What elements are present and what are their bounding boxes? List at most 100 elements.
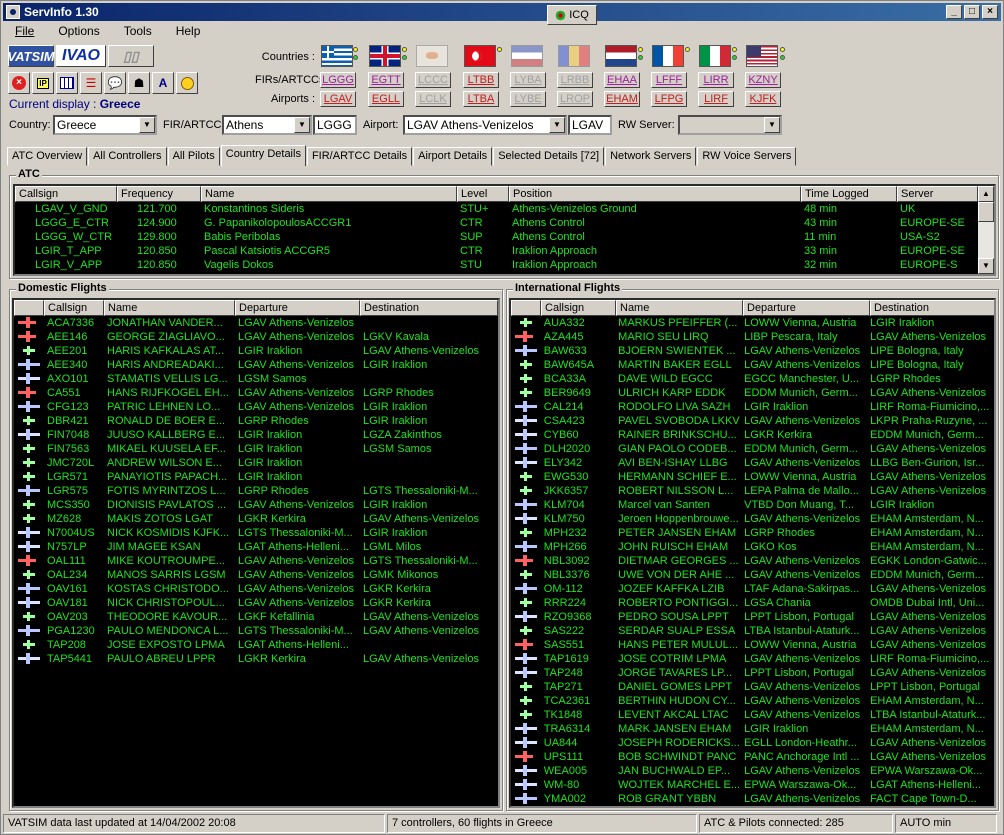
col-icon[interactable] xyxy=(14,300,44,316)
flag-netherlands[interactable] xyxy=(605,45,637,67)
airport-button-lirf[interactable]: LIRF xyxy=(698,91,734,107)
flag-usa[interactable] xyxy=(746,45,778,67)
flight-row[interactable]: CA551 HANS RIJFKOGEL EH... LGAV Athens-Ven… xyxy=(14,386,498,400)
flight-row[interactable]: DBR421 RONALD DE BOER E... LGRP Rhodes LGIR… xyxy=(14,414,498,428)
fir-code-field[interactable]: LGGG xyxy=(313,115,357,135)
tab-all-pilots[interactable]: All Pilots xyxy=(167,147,220,166)
flight-row[interactable]: EWG530 HERMANN SCHIEF E... LOWW Vienna, Au… xyxy=(511,470,994,484)
flight-row[interactable]: KLM750 Jeroen Hoppenbrouwe... LGAV Athens-… xyxy=(511,512,994,526)
airport-button-lclk[interactable]: LCLK xyxy=(415,91,451,107)
chevron-down-icon[interactable]: ▼ xyxy=(549,117,565,133)
scroll-up-arrow-icon[interactable]: ▲ xyxy=(978,186,994,202)
tab-all-controllers[interactable]: All Controllers xyxy=(88,147,167,166)
flight-row[interactable]: TK1848 LEVENT AKCAL LTAC LGAV Athens-Veniz… xyxy=(511,708,994,722)
flight-row[interactable]: MZ628 MAKIS ZOTOS LGAT LGKR Kerkira LGAV At… xyxy=(14,512,498,526)
grid-icon[interactable] xyxy=(56,72,78,94)
airport-select[interactable]: LGAV Athens-Venizelos ▼ xyxy=(403,115,567,135)
fir-button-lfff[interactable]: LFFF xyxy=(651,72,687,88)
country-select[interactable]: Greece ▼ xyxy=(53,115,157,135)
atc-row[interactable]: LGIR_T_APP 120.850 Pascal Katsiotis ACCGR5… xyxy=(15,244,994,258)
col-server[interactable]: Server xyxy=(897,186,978,202)
flight-row[interactable]: ACA7336 JONATHAN VANDER... LGAV Athens-Ven… xyxy=(14,316,498,330)
fir-button-ltbb[interactable]: LTBB xyxy=(463,72,499,88)
flight-row[interactable]: N7004US NICK KOSMIDIS KJFK... LGTS Thessal… xyxy=(14,526,498,540)
col-level[interactable]: Level xyxy=(457,186,509,202)
flight-row[interactable]: TAP248 JORGE TAVARES LP... LPPT Lisbon, Po… xyxy=(511,666,994,680)
flight-row[interactable]: CSA423 PAVEL SVOBODA LKKV LGAV Athens-Veni… xyxy=(511,414,994,428)
flight-row[interactable]: TAP5441 PAULO ABREU LPPR LGKR Kerkira LGAV … xyxy=(14,652,498,666)
flight-row[interactable]: RRR224 ROBERTO PONTIGGI... LGSA Chania OMDB… xyxy=(511,596,994,610)
airport-button-ltba[interactable]: LTBA xyxy=(463,91,499,107)
flight-row[interactable]: UA844 JOSEPH RODERICKS... EGLL London-Heat… xyxy=(511,736,994,750)
airport-button-lrop[interactable]: LROP xyxy=(557,91,593,107)
col-frequency[interactable]: Frequency xyxy=(117,186,201,202)
list-icon[interactable]: ☰ xyxy=(80,72,102,94)
airport-button-lfpg[interactable]: LFPG xyxy=(651,91,687,107)
fir-button-kzny[interactable]: KZNY xyxy=(745,72,781,88)
atc-row[interactable]: LGAV_V_GND 121.700 Konstantinos Sideris STU… xyxy=(15,202,994,216)
ip-icon[interactable]: IP xyxy=(32,72,54,94)
airport-button-lgav[interactable]: LGAV xyxy=(320,91,356,107)
stop-icon[interactable]: × xyxy=(8,72,30,94)
flight-row[interactable]: BAW645A MARTIN BAKER EGLL LGAV Athens-Veni… xyxy=(511,358,994,372)
flight-row[interactable]: OAL111 MIKE KOUTROUMPE... LGAV Athens-Veni… xyxy=(14,554,498,568)
airport-button-kjfk[interactable]: KJFK xyxy=(745,91,781,107)
title-bar[interactable]: ServInfo 1.30 _ □ × xyxy=(3,3,1001,21)
tab-rw-voice-servers[interactable]: RW Voice Servers xyxy=(697,147,797,166)
flight-row[interactable]: TAP208 JOSE EXPOSTO LPMA LGAT Athens-Helle… xyxy=(14,638,498,652)
flight-row[interactable]: OAV181 NICK CHRISTOPOUL... LGAV Athens-Ven… xyxy=(14,596,498,610)
fir-button-lggg[interactable]: LGGG xyxy=(320,72,356,88)
flight-row[interactable]: JMC720L ANDREW WILSON E... LGIR Iraklion xyxy=(14,456,498,470)
chevron-down-icon[interactable]: ▼ xyxy=(764,117,780,133)
flight-row[interactable]: MCS350 DIONISIS PAVLATOS ... LGAV Athens-V… xyxy=(14,498,498,512)
col-callsign[interactable]: Callsign xyxy=(44,300,104,316)
menu-file[interactable]: File xyxy=(3,24,46,38)
flight-row[interactable]: DLH2020 GIAN PAOLO CODEB... EDDM Munich, G… xyxy=(511,442,994,456)
fir-button-ehaa[interactable]: EHAA xyxy=(604,72,640,88)
icq-button[interactable]: ICQ xyxy=(547,5,597,25)
tab-country-details[interactable]: Country Details xyxy=(220,145,306,166)
col-destination[interactable]: Destination xyxy=(360,300,498,316)
domestic-grid[interactable]: Callsign Name Departure Destination ACA7… xyxy=(12,298,500,808)
col-departure[interactable]: Departure xyxy=(235,300,360,316)
flight-row[interactable]: AEE340 HARIS ANDREADAKI... LGAV Athens-Ven… xyxy=(14,358,498,372)
scroll-down-arrow-icon[interactable]: ▼ xyxy=(978,258,994,274)
fir-select[interactable]: Athens ▼ xyxy=(222,115,312,135)
flight-row[interactable]: NBL3092 DIETMAR GEORGES ... LGAV Athens-Ve… xyxy=(511,554,994,568)
flag-cyprus[interactable] xyxy=(416,45,448,67)
fir-button-lccc[interactable]: LCCC xyxy=(415,72,451,88)
flight-row[interactable]: YMA002 ROB GRANT YBBN LGAV Athens-Venizelo… xyxy=(511,792,994,806)
flight-row[interactable]: AEE201 HARIS KAFKALAS AT... LGIR Iraklion L… xyxy=(14,344,498,358)
rw-server-select[interactable]: ▼ xyxy=(678,115,782,135)
fir-button-lyba[interactable]: LYBA xyxy=(510,72,546,88)
menu-help[interactable]: Help xyxy=(164,24,213,38)
book-icon[interactable]: ▯▯ xyxy=(108,45,154,67)
atc-scrollbar[interactable]: ▲ ▼ xyxy=(978,186,994,274)
col-destination[interactable]: Destination xyxy=(870,300,994,316)
atc-grid[interactable]: Callsign Frequency Name Level Position T… xyxy=(13,184,996,276)
flight-row[interactable]: WEA005 JAN BUCHWALD EP... LGAV Athens-Veni… xyxy=(511,764,994,778)
airport-button-eham[interactable]: EHAM xyxy=(604,91,640,107)
tab-network-servers[interactable]: Network Servers xyxy=(605,147,697,166)
flight-row[interactable]: AUA332 MARKUS PFEIFFER (... LOWW Vienna, A… xyxy=(511,316,994,330)
col-position[interactable]: Position xyxy=(509,186,801,202)
col-name[interactable]: Name xyxy=(616,300,743,316)
flight-row[interactable]: NBL3376 UWE VON DER AHE ... LGAV Athens-Ve… xyxy=(511,568,994,582)
app-icon[interactable] xyxy=(6,5,20,19)
flight-row[interactable]: SAS222 SERDAR SUALP ESSA LTBA Istanbul-Ata… xyxy=(511,624,994,638)
flight-row[interactable]: SAS551 HANS PETER MULUL... LOWW Vienna, Au… xyxy=(511,638,994,652)
international-grid[interactable]: Callsign Name Departure Destination AUA3… xyxy=(509,298,996,808)
flag-romania[interactable] xyxy=(558,45,590,67)
flight-row[interactable]: CFG123 PATRIC LEHNEN LO... LGAV Athens-Ven… xyxy=(14,400,498,414)
flight-row[interactable]: BAW633 BJOERN SWIENTEK ... LGAV Athens-Ven… xyxy=(511,344,994,358)
flight-row[interactable]: OAL234 MANOS SARRIS LGSM LGAV Athens-Veniz… xyxy=(14,568,498,582)
airport-code-field[interactable]: LGAV xyxy=(568,115,612,135)
flag-yugoslavia[interactable] xyxy=(511,45,543,67)
chat-icon[interactable]: 💬 xyxy=(104,72,126,94)
col-callsign[interactable]: Callsign xyxy=(541,300,616,316)
tab-selected-details[interactable]: Selected Details [72] xyxy=(493,147,605,166)
scroll-thumb[interactable] xyxy=(978,202,994,222)
flight-row[interactable]: FIN7048 JUUSO KALLBERG E... LGIR Iraklion L… xyxy=(14,428,498,442)
col-time-logged[interactable]: Time Logged xyxy=(801,186,897,202)
flight-row[interactable]: PGA1230 PAULO MENDONCA L... LGTS Thessalon… xyxy=(14,624,498,638)
